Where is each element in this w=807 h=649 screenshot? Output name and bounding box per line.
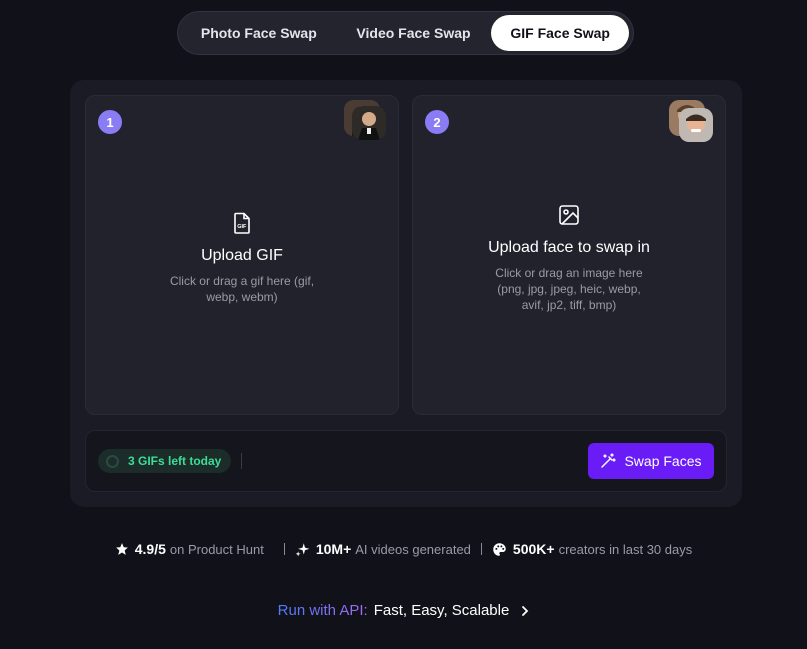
upload-gif-description: Click or drag a gif here (gif, webp, web… (169, 274, 315, 304)
run-with-api-link[interactable]: Run with API: Fast, Easy, Scalable (0, 602, 807, 619)
svg-text:GIF: GIF (237, 224, 247, 230)
mode-tabs: Photo Face Swap Video Face Swap GIF Face… (177, 11, 634, 55)
swap-faces-button[interactable]: Swap Faces (588, 443, 714, 479)
upload-gif-content: GIF Upload GIF Click or drag a gif here … (86, 212, 398, 305)
stat-value: 4.9/5 (134, 541, 166, 557)
stat-product-hunt: 4.9/5 on Product Hunt (115, 541, 264, 557)
palette-icon (493, 542, 506, 556)
stat-creators: 500K+ creators in last 30 days (492, 541, 692, 557)
sparkle-icon (295, 542, 310, 556)
example-thumbnail[interactable] (352, 106, 386, 140)
stat-separator (480, 543, 482, 555)
api-label: Run with API: (277, 602, 368, 619)
upload-gif-title: Upload GIF (201, 247, 283, 264)
example-gif-thumbnails[interactable] (344, 100, 388, 144)
chevron-right-icon (522, 605, 529, 616)
example-face-thumbnails[interactable] (669, 100, 715, 144)
stats-row: 4.9/5 on Product Hunt 10M+ AI videos gen… (0, 541, 807, 557)
api-text: Fast, Easy, Scalable (373, 602, 510, 619)
step-badge: 2 (425, 110, 449, 134)
stat-value: 10M+ (315, 541, 352, 557)
swap-faces-label: Swap Faces (624, 453, 702, 469)
example-thumbnail[interactable] (679, 108, 713, 142)
stat-label: AI videos generated (355, 541, 471, 557)
stat-label: creators in last 30 days (558, 541, 693, 557)
magic-wand-icon (601, 453, 617, 468)
quota-text: 3 GIFs left today (128, 454, 222, 468)
upload-panel: 1 GIF Upload GIF Click or drag a gif her… (70, 80, 742, 507)
divider (241, 453, 242, 469)
upload-face-description: Click or drag an image here (png, jpg, j… (495, 266, 643, 312)
upload-face-dropzone[interactable]: 2 Upload face to swap in Click or drag a… (412, 95, 726, 415)
tab-gif-face-swap[interactable]: GIF Face Swap (491, 15, 629, 51)
gif-file-icon: GIF (234, 212, 250, 234)
star-icon (115, 543, 128, 555)
quota-progress-ring (106, 454, 119, 468)
tab-photo-face-swap[interactable]: Photo Face Swap (182, 15, 336, 51)
action-bar: 3 GIFs left today Swap Faces (85, 430, 727, 492)
image-icon (559, 205, 579, 225)
upload-gif-dropzone[interactable]: 1 GIF Upload GIF Click or drag a gif her… (85, 95, 399, 415)
upload-face-content: Upload face to swap in Click or drag an … (413, 204, 725, 313)
upload-face-title: Upload face to swap in (488, 239, 650, 256)
stat-label: on Product Hunt (169, 541, 264, 557)
stat-separator (283, 543, 285, 555)
stat-value: 500K+ (512, 541, 555, 557)
step-badge: 1 (98, 110, 122, 134)
stat-videos: 10M+ AI videos generated (295, 541, 471, 557)
quota-badge: 3 GIFs left today (98, 449, 232, 473)
tab-video-face-swap[interactable]: Video Face Swap (336, 15, 492, 51)
